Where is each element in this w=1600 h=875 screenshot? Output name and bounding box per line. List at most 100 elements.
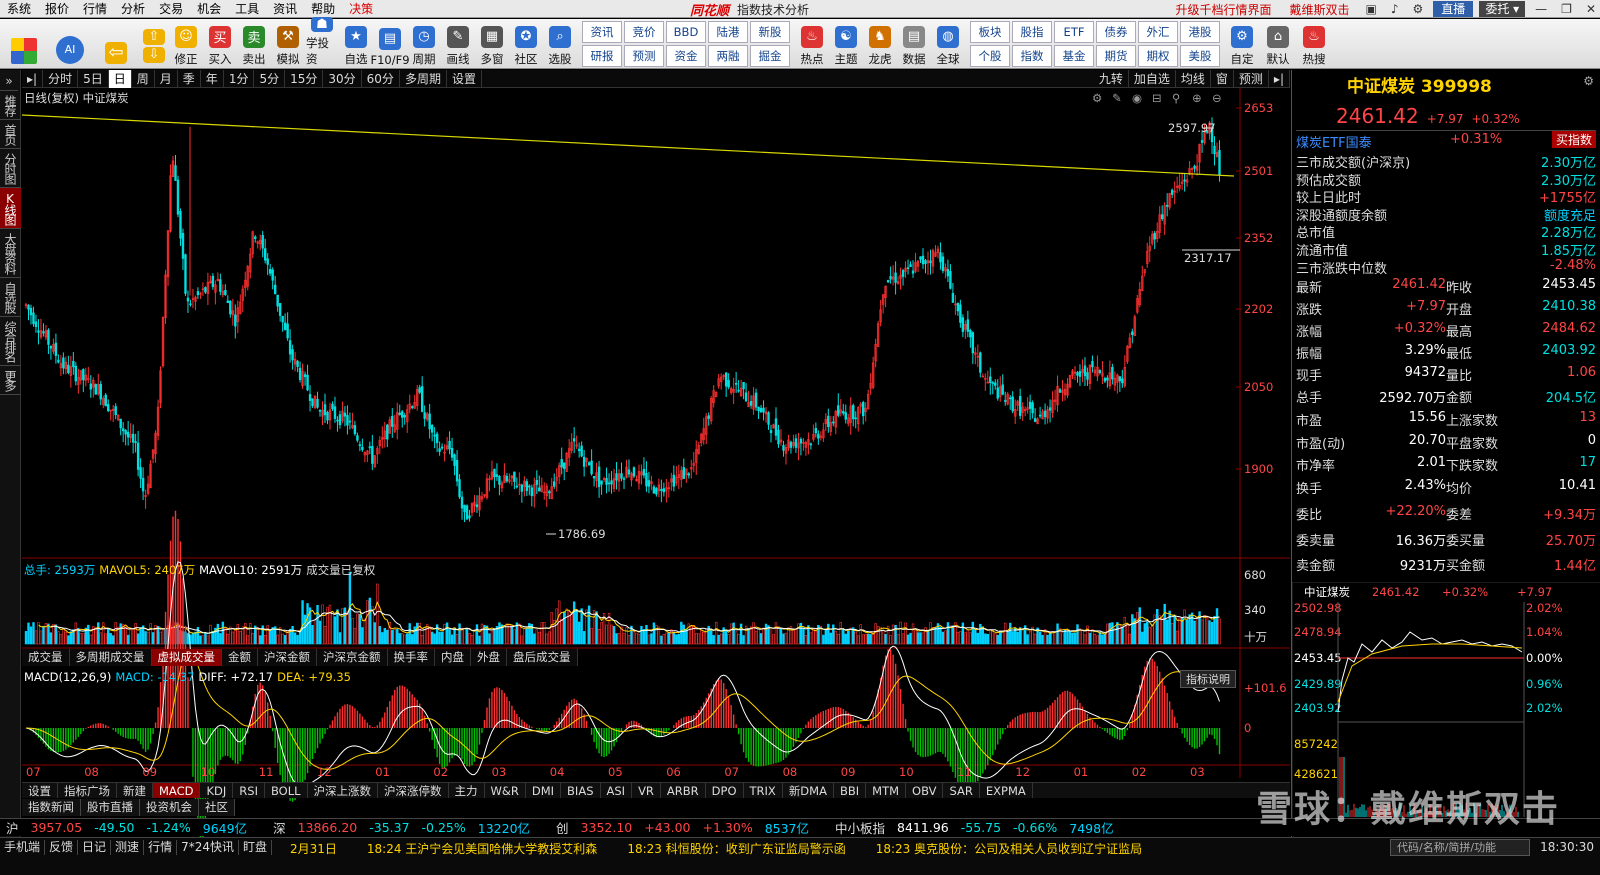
- menu-7[interactable]: 资讯: [266, 0, 304, 18]
- menu-8[interactable]: 帮助: [304, 0, 342, 18]
- task-1[interactable]: 反馈: [45, 840, 79, 855]
- news-2[interactable]: 18:23 科恒股份：收到广东证监局警示函: [627, 840, 845, 857]
- live-button[interactable]: 直播: [1433, 1, 1474, 17]
- back-button[interactable]: ⇦: [100, 21, 132, 67]
- subtab-9[interactable]: 盘后成交量: [507, 649, 578, 666]
- trust-button[interactable]: 委托 ▾: [1479, 1, 1526, 17]
- toolbar-grid2-4[interactable]: 外汇: [1138, 20, 1178, 43]
- period-10[interactable]: 30分: [323, 69, 362, 88]
- toolbar-grid-5[interactable]: 研报: [582, 44, 622, 67]
- left-tab-6[interactable]: 综合排名: [0, 317, 21, 366]
- menu-1[interactable]: 报价: [38, 0, 76, 18]
- period-5[interactable]: 季: [178, 69, 201, 88]
- toolbar-btn-1[interactable]: 买买入: [204, 21, 236, 67]
- toolbar-btn-4[interactable]: ☗ 学投资: [306, 16, 338, 67]
- ind-tab-2[interactable]: 新建: [117, 783, 153, 798]
- toolbar-grid-8[interactable]: 两融: [708, 44, 748, 67]
- subtab-3[interactable]: 金额: [222, 649, 258, 666]
- upgrade-link[interactable]: 升级千档行情界面: [1169, 1, 1277, 18]
- toolbar-grid2-11[interactable]: 美股: [1180, 44, 1220, 67]
- period-right-4[interactable]: 预测: [1234, 70, 1269, 88]
- toolbar-btn-11[interactable]: ⌕ 选股: [544, 21, 576, 67]
- ind-tab-3[interactable]: MACD: [153, 783, 201, 798]
- ind-tab-5[interactable]: RSI: [233, 783, 265, 798]
- toolbar-grid-3[interactable]: 陆港: [708, 20, 748, 43]
- buy-index-button[interactable]: 买指数: [1551, 131, 1596, 148]
- toolbar-btn-0[interactable]: ☺ 修正: [170, 21, 202, 67]
- ind-tab-4[interactable]: KDJ: [200, 783, 234, 798]
- toolbar-btn-8[interactable]: ✎ 画线: [442, 21, 474, 67]
- toolbar-grid2-8[interactable]: 基金: [1054, 44, 1094, 67]
- toolbar-btn-3[interactable]: ⚒ 模拟: [272, 21, 304, 67]
- task-4[interactable]: 行情: [144, 840, 178, 855]
- period-right-1[interactable]: 加自选: [1129, 70, 1176, 88]
- restore-icon[interactable]: ❐: [1557, 2, 1576, 16]
- toolbar2-btn-1[interactable]: ☯ 主题: [830, 21, 862, 67]
- minimize-icon[interactable]: —: [1531, 2, 1551, 16]
- toolbar-btn-10[interactable]: ✪ 社区: [510, 21, 542, 67]
- toolbar-grid2-1[interactable]: 股指: [1012, 20, 1052, 43]
- ind-tab-18[interactable]: 新DMA: [783, 783, 834, 798]
- menu-2[interactable]: 行情: [76, 0, 114, 18]
- news-1[interactable]: 18:24 王沪宁会见美国哈佛大学教授艾利森: [367, 840, 597, 857]
- subtab-2[interactable]: 虚拟成交量: [151, 649, 222, 666]
- etf-row[interactable]: 煤炭ETF国泰 +0.31% 买指数: [1296, 130, 1596, 151]
- toolbar-btn-2[interactable]: 卖卖出: [238, 21, 270, 67]
- toolbar-grid2-6[interactable]: 个股: [970, 44, 1010, 67]
- ind-tab-20[interactable]: MTM: [866, 783, 907, 798]
- toolbar-btn-6[interactable]: ▤ F10/F9: [370, 21, 410, 67]
- subtab-6[interactable]: 换手率: [388, 649, 435, 666]
- news-3[interactable]: 18:23 奥克股份：公司及相关人员收到辽宁证监局: [876, 840, 1142, 857]
- toolbar2-btn-4[interactable]: ◍ 全球: [932, 21, 964, 67]
- toolbar-btn-7[interactable]: ◷ 周期: [408, 21, 440, 67]
- toolbar-grid2-2[interactable]: ETF: [1054, 20, 1094, 43]
- task-5[interactable]: 7*24快讯: [177, 840, 239, 855]
- toolbar-grid-7[interactable]: 资金: [666, 44, 706, 67]
- ind-tab-0[interactable]: 设置: [22, 783, 58, 798]
- subtab-0[interactable]: 成交量: [22, 649, 70, 666]
- menu-9[interactable]: 决策: [342, 0, 380, 18]
- period-1[interactable]: 5日: [78, 69, 109, 88]
- panel-settings-icon[interactable]: ⚙: [1583, 74, 1594, 88]
- search-input[interactable]: 代码/名称/简拼/功能: [1390, 839, 1530, 856]
- toolbar2-btn-3[interactable]: ▤ 数据: [898, 21, 930, 67]
- subtab-8[interactable]: 外盘: [471, 649, 507, 666]
- task-3[interactable]: 测速: [111, 840, 145, 855]
- period-12[interactable]: 多周期: [400, 69, 447, 88]
- left-tab-0[interactable]: 推荐: [0, 91, 21, 120]
- indicator-explain-button[interactable]: 指标说明: [1180, 670, 1236, 688]
- ind-tab-8[interactable]: 沪深涨停数: [378, 783, 449, 798]
- left-tab-3[interactable]: K线图: [0, 188, 21, 229]
- toolbar3-btn-1[interactable]: ⌂ 默认: [1262, 21, 1294, 67]
- toolbar-grid2-10[interactable]: 期权: [1138, 44, 1178, 67]
- ind-tab-6[interactable]: BOLL: [265, 783, 308, 798]
- bottom-tab-3[interactable]: 社区: [199, 799, 235, 816]
- toolbar-grid-0[interactable]: 资讯: [582, 20, 622, 43]
- bell-icon[interactable]: ♪: [1387, 2, 1403, 16]
- toolbar-grid-4[interactable]: 新股: [750, 20, 790, 43]
- period-6[interactable]: 年: [201, 69, 224, 88]
- bottom-tab-1[interactable]: 股市直播: [81, 799, 140, 816]
- subtab-5[interactable]: 沪深京金额: [317, 649, 388, 666]
- toolbar3-btn-0[interactable]: ⚙ 自定: [1226, 21, 1258, 67]
- left-tab-7[interactable]: 更多: [0, 366, 21, 395]
- toolbar3-btn-2[interactable]: ♨ 热搜: [1298, 21, 1330, 67]
- left-tab-1[interactable]: 首页: [0, 120, 21, 149]
- period-expand-icon[interactable]: ▸|: [1269, 70, 1290, 88]
- menu-0[interactable]: 系统: [0, 0, 38, 18]
- toolbar-grid2-7[interactable]: 指数: [1012, 44, 1052, 67]
- bottom-tab-0[interactable]: 指数新闻: [22, 799, 81, 816]
- toolbar-grid-6[interactable]: 预测: [624, 44, 664, 67]
- ind-tab-9[interactable]: 主力: [449, 783, 485, 798]
- ai-button[interactable]: AI: [54, 21, 86, 67]
- period-4[interactable]: 月: [155, 69, 178, 88]
- menu-5[interactable]: 机会: [190, 0, 228, 18]
- settings-icon[interactable]: ⚙: [1409, 2, 1428, 16]
- menu-4[interactable]: 交易: [152, 0, 190, 18]
- period-2[interactable]: 日: [108, 69, 132, 88]
- ind-tab-7[interactable]: 沪深上涨数: [308, 783, 379, 798]
- ind-tab-19[interactable]: BBI: [834, 783, 867, 798]
- period-11[interactable]: 60分: [362, 69, 400, 88]
- ind-tab-22[interactable]: SAR: [943, 783, 980, 798]
- period-right-2[interactable]: 均线: [1176, 70, 1211, 88]
